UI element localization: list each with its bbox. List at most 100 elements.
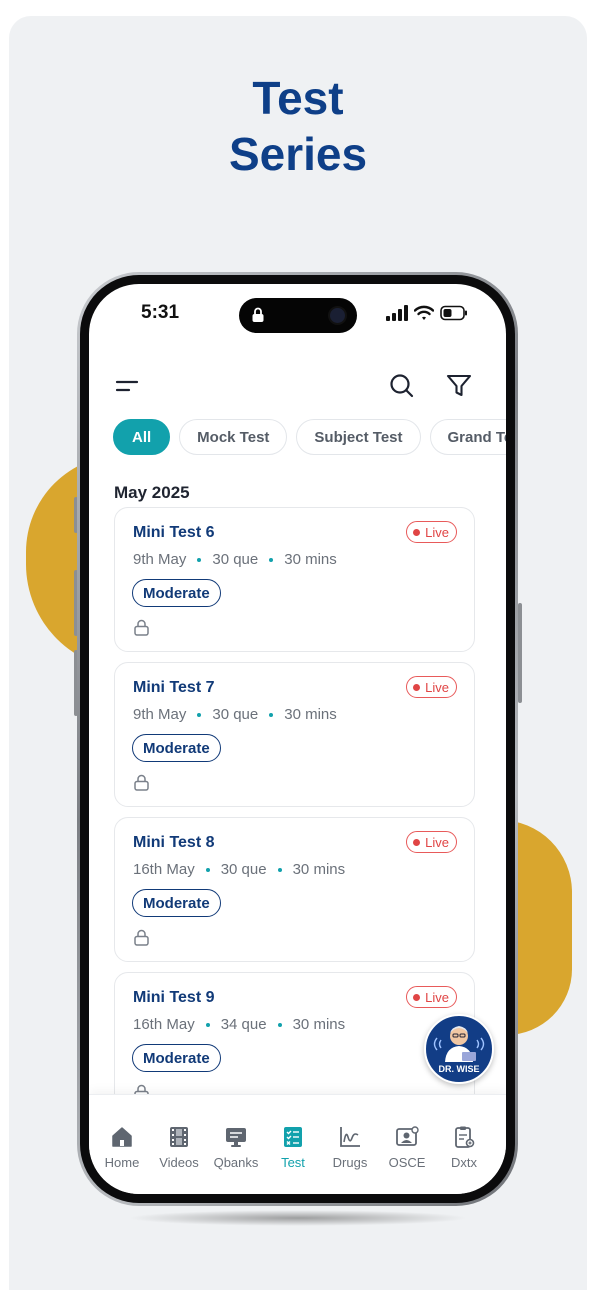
test-title: Mini Test 9 — [133, 989, 215, 1006]
nav-label: Qbanks — [213, 1155, 259, 1170]
dot-separator — [197, 712, 202, 717]
test-icon — [284, 1127, 302, 1147]
live-dot-icon — [413, 683, 421, 691]
dot-separator — [277, 867, 282, 872]
phone-bezel: 5:31 All Mock Test Subject Test Grand T … — [80, 275, 515, 1203]
page-title: Test Series — [0, 70, 596, 182]
nav-label: Dxtx — [451, 1155, 477, 1170]
test-duration: 30 mins — [292, 1016, 346, 1033]
nav-item-videos[interactable]: Videos — [149, 1125, 209, 1170]
test-duration: 30 mins — [292, 861, 346, 878]
title-line-1: Test — [252, 72, 344, 124]
qbank-icon — [226, 1128, 246, 1147]
menu-icon[interactable] — [115, 376, 139, 396]
chip-subject-test[interactable]: Subject Test — [296, 419, 421, 455]
lock-icon — [252, 307, 264, 322]
live-badge-label: Live — [425, 679, 449, 695]
nav-label: Test — [281, 1155, 305, 1170]
nav-label: Videos — [159, 1155, 199, 1170]
test-meta: 9th May 30 que 30 mins — [133, 551, 337, 568]
test-card[interactable]: Mini Test 7 Live 9th May 30 que 30 mins … — [114, 662, 475, 807]
lock-icon — [134, 929, 149, 946]
home-icon — [112, 1127, 132, 1147]
test-card[interactable]: Mini Test 6 Live 9th May 30 que 30 mins … — [114, 507, 475, 652]
dot-separator — [197, 557, 202, 562]
test-date: 9th May — [133, 706, 187, 723]
nav-item-dxtx[interactable]: Dxtx — [434, 1125, 494, 1170]
status-icons — [386, 304, 468, 322]
test-meta: 16th May 34 que 30 mins — [133, 1016, 345, 1033]
wifi-icon — [414, 305, 434, 320]
test-date: 9th May — [133, 551, 187, 568]
nav-label: Home — [104, 1155, 140, 1170]
difficulty-badge: Moderate — [132, 734, 221, 762]
test-duration: 30 mins — [284, 551, 337, 568]
test-questions: 30 que — [220, 861, 267, 878]
test-title: Mini Test 8 — [133, 834, 215, 851]
test-meta: 16th May 30 que 30 mins — [133, 861, 345, 878]
dr-wise-label: DR. WISE — [438, 1064, 480, 1074]
nav-item-osce[interactable]: OSCE — [377, 1125, 437, 1170]
filter-chips: All Mock Test Subject Test Grand Test — [113, 419, 506, 455]
dr-wise-assistant-button[interactable]: DR. WISE — [424, 1014, 494, 1084]
chart-icon — [340, 1127, 360, 1147]
osce-icon — [396, 1126, 419, 1146]
dot-separator — [205, 1022, 210, 1027]
nav-item-qbanks[interactable]: Qbanks — [206, 1125, 266, 1170]
nav-item-drugs[interactable]: Drugs — [320, 1125, 380, 1170]
camera-icon — [328, 306, 347, 325]
test-list: Mini Test 6 Live 9th May 30 que 30 mins … — [114, 507, 475, 1127]
difficulty-badge: Moderate — [132, 1044, 221, 1072]
live-badge: Live — [406, 986, 457, 1008]
difficulty-badge: Moderate — [132, 579, 221, 607]
nav-label: OSCE — [388, 1155, 426, 1170]
nav-item-test[interactable]: Test — [263, 1125, 323, 1170]
live-badge: Live — [406, 831, 457, 853]
test-questions: 30 que — [212, 706, 259, 723]
dot-separator — [205, 867, 210, 872]
test-date: 16th May — [133, 861, 195, 878]
test-questions: 30 que — [212, 551, 259, 568]
film-icon — [170, 1127, 188, 1147]
live-badge: Live — [406, 676, 457, 698]
app-screen: 5:31 All Mock Test Subject Test Grand T … — [89, 284, 506, 1194]
search-icon[interactable] — [389, 373, 415, 399]
section-title: May 2025 — [114, 483, 190, 502]
phone-power-button — [518, 603, 522, 703]
live-dot-icon — [413, 528, 421, 536]
dot-separator — [277, 1022, 282, 1027]
test-duration: 30 mins — [284, 706, 337, 723]
live-dot-icon — [413, 993, 421, 1001]
dot-separator — [269, 712, 274, 717]
test-questions: 34 que — [220, 1016, 267, 1033]
dot-separator — [269, 557, 274, 562]
title-line-2: Series — [228, 128, 368, 180]
test-date: 16th May — [133, 1016, 195, 1033]
nav-item-home[interactable]: Home — [92, 1125, 152, 1170]
difficulty-badge: Moderate — [132, 889, 221, 917]
lock-icon — [134, 619, 149, 636]
clipboard-icon — [455, 1126, 475, 1148]
lock-icon — [134, 774, 149, 791]
chip-mock-test[interactable]: Mock Test — [179, 419, 288, 455]
filter-icon[interactable] — [446, 373, 472, 399]
phone-shadow — [128, 1210, 468, 1226]
battery-icon — [440, 305, 467, 321]
test-title: Mini Test 6 — [133, 524, 215, 541]
chip-grand-test[interactable]: Grand Test — [429, 419, 506, 455]
phone-frame: 5:31 All Mock Test Subject Test Grand T … — [77, 272, 518, 1206]
test-card[interactable]: Mini Test 8 Live 16th May 30 que 30 mins… — [114, 817, 475, 962]
live-badge-label: Live — [425, 834, 449, 850]
live-badge-label: Live — [425, 989, 449, 1005]
dynamic-island — [239, 298, 357, 333]
status-time: 5:31 — [141, 302, 180, 323]
bottom-navigation: Home Videos Qbanks Test Drugs OSCE Dxtx — [89, 1094, 506, 1194]
chip-all[interactable]: All — [113, 419, 171, 455]
signal-icon — [386, 305, 408, 321]
live-dot-icon — [413, 838, 421, 846]
test-title: Mini Test 7 — [133, 679, 215, 696]
live-badge: Live — [406, 521, 457, 543]
test-meta: 9th May 30 que 30 mins — [133, 706, 337, 723]
live-badge-label: Live — [425, 524, 449, 540]
nav-label: Drugs — [332, 1155, 368, 1170]
